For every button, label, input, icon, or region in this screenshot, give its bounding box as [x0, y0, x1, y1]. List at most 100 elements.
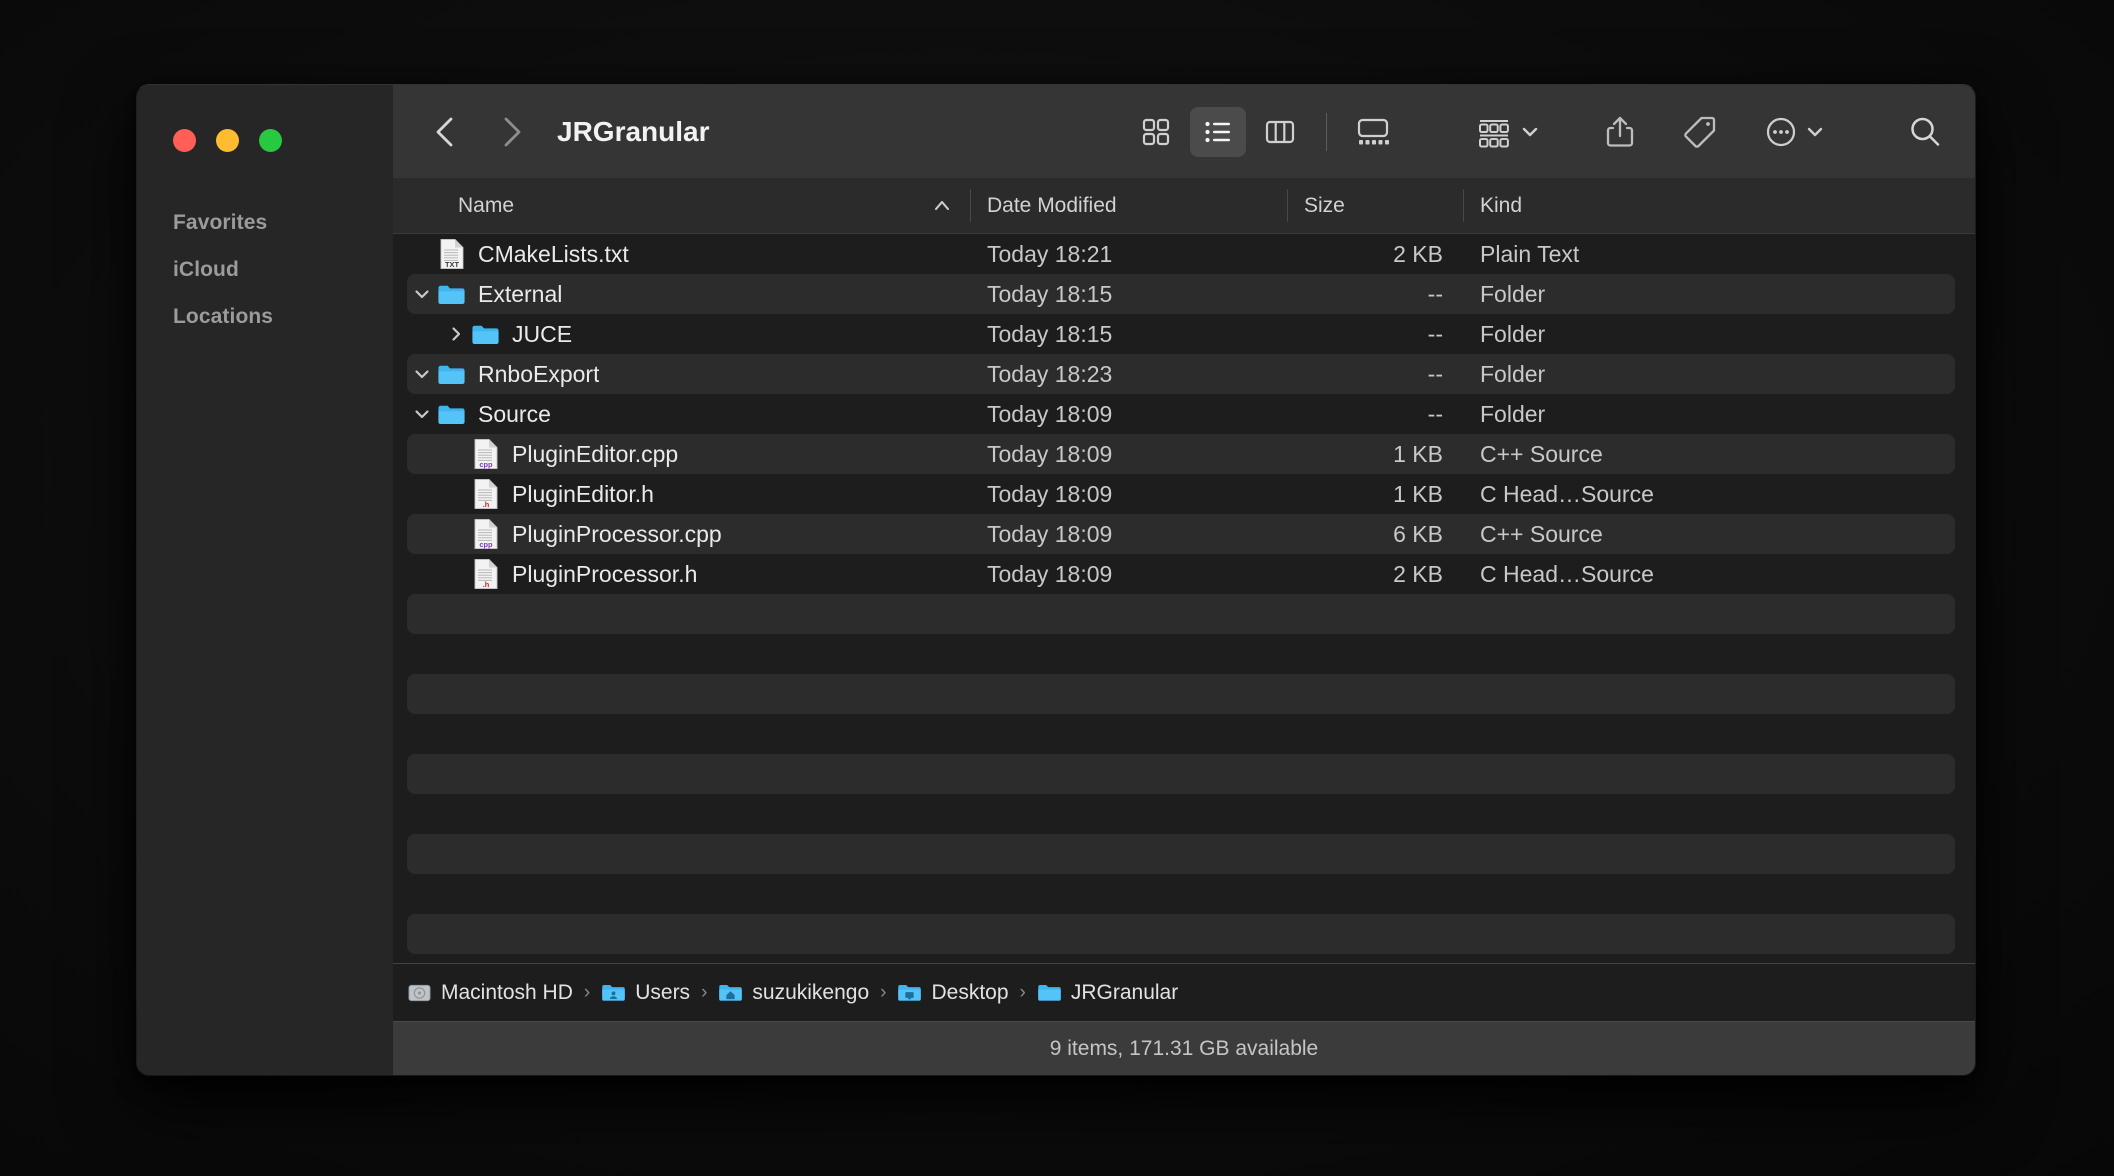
file-name-cell: .hPluginEditor.h	[393, 478, 970, 510]
file-date-modified: Today 18:09	[970, 481, 1287, 508]
group-by-icon	[1477, 115, 1513, 149]
svg-text:cpp: cpp	[479, 540, 493, 549]
breadcrumb-item[interactable]: Desktop	[897, 980, 1008, 1005]
table-row[interactable]: cppPluginProcessor.cppToday 18:096 KBC++…	[393, 514, 1975, 554]
file-size: --	[1287, 281, 1463, 308]
breadcrumb-item[interactable]: JRGranular	[1037, 980, 1178, 1005]
breadcrumb-label: Desktop	[931, 981, 1008, 1005]
view-mode-group	[1128, 107, 1401, 157]
empty-row	[393, 954, 1975, 963]
maximize-button[interactable]	[259, 129, 282, 152]
file-name-cell: RnboExport	[393, 358, 970, 390]
file-name-label: Source	[478, 401, 551, 428]
file-size: --	[1287, 401, 1463, 428]
table-row[interactable]: TXTCMakeLists.txtToday 18:212 KBPlain Te…	[393, 234, 1975, 274]
breadcrumb-item[interactable]: suzukikengo	[718, 980, 869, 1005]
file-date-modified: Today 18:09	[970, 561, 1287, 588]
folder-icon	[1037, 980, 1062, 1005]
list-view-icon	[1201, 115, 1235, 149]
toolbar-divider	[1326, 113, 1327, 151]
column-header-date-modified[interactable]: Date Modified	[970, 178, 1287, 233]
empty-row	[393, 594, 1975, 634]
column-header-size-label: Size	[1304, 194, 1345, 218]
file-date-modified: Today 18:09	[970, 401, 1287, 428]
file-name-label: RnboExport	[478, 361, 599, 388]
column-headers: Name Date Modified Size Kind	[393, 178, 1975, 234]
breadcrumb-label: JRGranular	[1071, 981, 1178, 1005]
table-row[interactable]: .hPluginProcessor.hToday 18:092 KBC Head…	[393, 554, 1975, 594]
home-folder-icon	[718, 980, 743, 1005]
more-actions-button[interactable]	[1758, 107, 1831, 157]
column-header-kind-label: Kind	[1480, 194, 1522, 218]
list-view-button[interactable]	[1190, 107, 1246, 157]
forward-icon	[498, 115, 524, 149]
breadcrumb-item[interactable]: Users	[601, 980, 690, 1005]
table-row[interactable]: ExternalToday 18:15--Folder	[393, 274, 1975, 314]
table-row[interactable]: RnboExportToday 18:23--Folder	[393, 354, 1975, 394]
table-row[interactable]: cppPluginEditor.cppToday 18:091 KBC++ So…	[393, 434, 1975, 474]
sort-ascending-icon	[932, 196, 952, 216]
sidebar-section-locations[interactable]: Locations	[137, 293, 393, 340]
file-size: --	[1287, 321, 1463, 348]
folder-icon	[437, 278, 466, 310]
disclosure-toggle[interactable]	[407, 404, 437, 424]
file-name-cell: TXTCMakeLists.txt	[393, 238, 970, 270]
sidebar-section-icloud[interactable]: iCloud	[137, 246, 393, 293]
close-button[interactable]	[173, 129, 196, 152]
txt-file-icon: TXT	[437, 238, 466, 270]
column-header-name[interactable]: Name	[393, 178, 970, 233]
back-button[interactable]	[423, 110, 467, 154]
table-row[interactable]: .hPluginEditor.hToday 18:091 KBC Head…So…	[393, 474, 1975, 514]
file-kind: Folder	[1463, 361, 1975, 388]
table-row[interactable]: JUCEToday 18:15--Folder	[393, 314, 1975, 354]
svg-text:TXT: TXT	[445, 260, 459, 269]
folder-icon	[437, 358, 466, 390]
file-kind: C Head…Source	[1463, 481, 1975, 508]
file-name-cell: External	[393, 278, 970, 310]
desktop-folder-icon	[897, 980, 922, 1005]
cpp-file-icon: cpp	[471, 518, 500, 550]
empty-row	[393, 834, 1975, 874]
sidebar: Favorites iCloud Locations	[137, 85, 393, 1075]
disclosure-toggle[interactable]	[407, 364, 437, 384]
gallery-view-button[interactable]	[1345, 107, 1401, 157]
file-size: 2 KB	[1287, 561, 1463, 588]
file-name-label: PluginEditor.cpp	[512, 441, 678, 468]
column-header-kind[interactable]: Kind	[1463, 178, 1975, 233]
file-list[interactable]: TXTCMakeLists.txtToday 18:212 KBPlain Te…	[393, 234, 1975, 963]
file-name-label: PluginProcessor.h	[512, 561, 697, 588]
folder-icon	[437, 400, 466, 429]
file-kind: Folder	[1463, 321, 1975, 348]
breadcrumb-item[interactable]: Macintosh HD	[407, 981, 573, 1005]
column-view-button[interactable]	[1252, 107, 1308, 157]
txt-file-icon: TXT	[439, 238, 465, 270]
icon-view-button[interactable]	[1128, 107, 1184, 157]
cpp-file-icon: cpp	[473, 518, 499, 550]
file-size: 1 KB	[1287, 481, 1463, 508]
breadcrumb-separator: ›	[584, 982, 590, 1004]
folder-icon	[471, 320, 500, 349]
file-kind: C Head…Source	[1463, 561, 1975, 588]
disclosure-toggle[interactable]	[407, 284, 437, 304]
share-button[interactable]	[1598, 107, 1642, 157]
file-name-cell: cppPluginProcessor.cpp	[393, 518, 970, 550]
tag-button[interactable]	[1676, 107, 1724, 157]
file-name-label: JUCE	[512, 321, 572, 348]
file-name-label: PluginEditor.h	[512, 481, 654, 508]
empty-row	[393, 754, 1975, 794]
table-row[interactable]: SourceToday 18:09--Folder	[393, 394, 1975, 434]
empty-row	[393, 874, 1975, 914]
file-name-label: External	[478, 281, 562, 308]
group-by-button[interactable]	[1471, 107, 1546, 157]
toolbar: JRGranular	[393, 85, 1975, 178]
search-button[interactable]	[1901, 107, 1949, 157]
forward-button[interactable]	[489, 110, 533, 154]
chevron-down-icon	[1805, 122, 1825, 142]
disclosure-toggle[interactable]	[441, 324, 471, 344]
empty-row	[393, 674, 1975, 714]
folder-icon	[471, 318, 500, 350]
sidebar-section-favorites[interactable]: Favorites	[137, 199, 393, 246]
minimize-button[interactable]	[216, 129, 239, 152]
column-header-size[interactable]: Size	[1287, 178, 1463, 233]
tag-icon	[1682, 114, 1718, 150]
